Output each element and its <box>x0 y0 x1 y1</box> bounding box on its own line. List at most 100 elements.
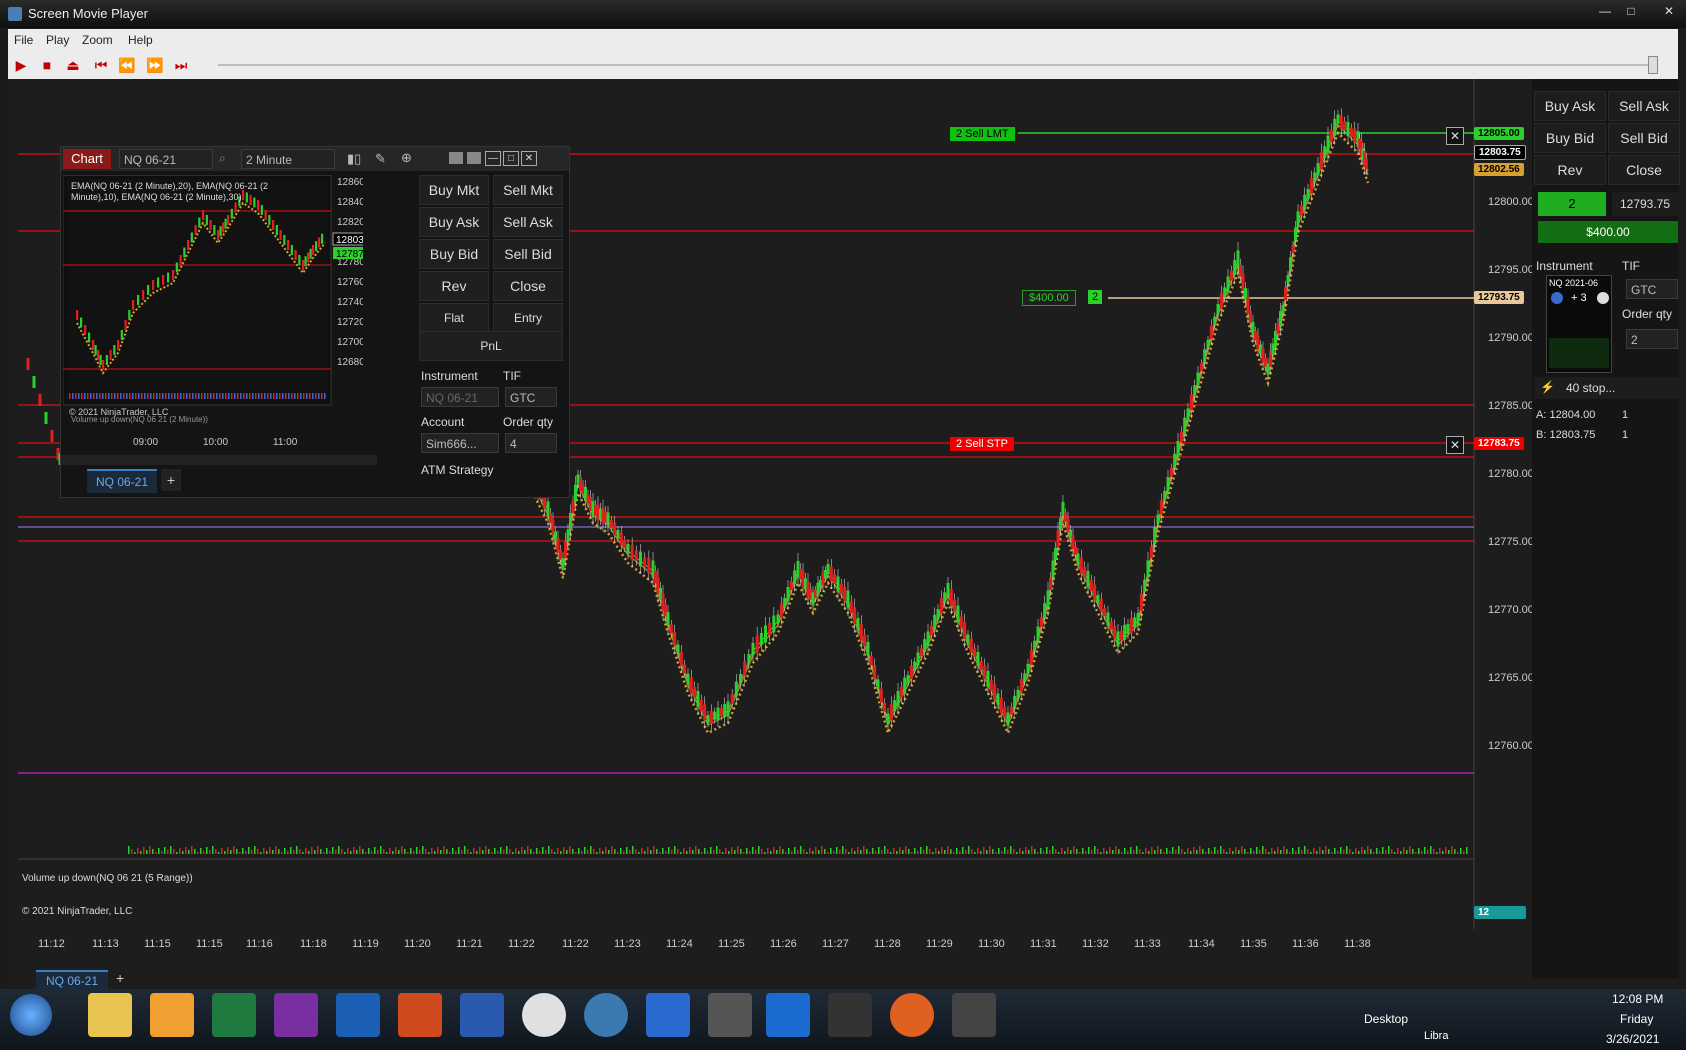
volume-bar <box>524 850 526 854</box>
menu-zoom[interactable]: Zoom <box>82 33 113 47</box>
volume-bar <box>506 846 508 854</box>
mini-order-qty-input[interactable]: 4 <box>505 433 557 453</box>
chart-window-add-tab[interactable]: + <box>161 469 181 491</box>
excel-icon[interactable] <box>212 993 256 1037</box>
instrument-popup[interactable]: NQ 2021-06 + 3 <box>1546 275 1612 373</box>
close-position-button[interactable]: Close <box>1608 155 1680 185</box>
volume-bar <box>1160 849 1162 854</box>
close-chart-icon[interactable]: ✕ <box>521 151 537 166</box>
powerpoint-icon[interactable] <box>398 993 442 1037</box>
mini-close-button[interactable]: Close <box>493 271 563 301</box>
screen-recorder-icon[interactable] <box>952 993 996 1037</box>
mini-sell-bid-button[interactable]: Sell Bid <box>493 239 563 269</box>
account-select[interactable]: Sim666... <box>421 433 499 453</box>
menu-play[interactable]: Play <box>46 33 69 47</box>
tif-select[interactable]: GTC <box>1626 279 1678 299</box>
sell-bid-button[interactable]: Sell Bid <box>1608 123 1680 153</box>
app-blue-icon[interactable] <box>766 993 810 1037</box>
search-icon[interactable]: ⌕ <box>219 151 226 166</box>
candle-body <box>923 639 927 653</box>
maximize-button[interactable]: □ <box>1620 3 1642 19</box>
chart-window-tab[interactable]: NQ 06-21 <box>87 469 157 493</box>
play-icon[interactable]: ▶ <box>12 56 30 74</box>
flat-button[interactable]: Flat <box>419 303 489 333</box>
seek-bar[interactable] <box>218 64 1658 66</box>
windows-start-icon[interactable] <box>10 994 52 1036</box>
entry-button[interactable]: Entry <box>493 303 563 333</box>
mini-tif-select[interactable]: GTC <box>505 387 557 407</box>
mini-buy-bid-button[interactable]: Buy Bid <box>419 239 489 269</box>
cancel-sell-lmt-icon[interactable]: ✕ <box>1446 127 1464 145</box>
onenote-icon[interactable] <box>274 993 318 1037</box>
candle-body <box>1299 205 1303 216</box>
drawing-tool-icon[interactable]: ✎ <box>375 151 386 167</box>
volume-bar <box>515 848 517 854</box>
sell-lmt-order-tag[interactable]: 2 Sell LMT <box>950 127 1015 141</box>
interval-selector[interactable]: 2 Minute <box>241 149 335 169</box>
chart-window[interactable]: Chart NQ 06-21 ⌕ 2 Minute ▮▯ ✎ ⊕ — □ ✕ 1… <box>60 146 570 498</box>
sell-mkt-button[interactable]: Sell Mkt <box>493 175 563 205</box>
bar-style-icon[interactable]: ▮▯ <box>347 151 361 167</box>
menu-file[interactable]: File <box>14 33 33 47</box>
skip-end-icon[interactable]: ⏭ <box>172 56 190 74</box>
add-tab-button[interactable]: + <box>116 970 124 986</box>
zoom-icon[interactable]: ⊕ <box>401 150 412 166</box>
candle-body <box>869 656 873 666</box>
pnl-button[interactable]: PnL <box>419 331 563 361</box>
mini-price-chart[interactable]: 12860.0012840.0012820.0012800.0012780.00… <box>63 175 363 475</box>
rewind-icon[interactable]: ⏪ <box>118 56 136 74</box>
minimize-chart-icon[interactable]: — <box>485 151 501 166</box>
buy-mkt-button[interactable]: Buy Mkt <box>419 175 489 205</box>
chrome-icon[interactable] <box>522 993 566 1037</box>
candle-body <box>983 665 987 680</box>
volume-bar <box>548 846 550 854</box>
mini-volume-bar <box>135 393 137 399</box>
cancel-sell-stp-icon[interactable]: ✕ <box>1446 436 1464 454</box>
mini-sell-ask-button[interactable]: Sell Ask <box>493 207 563 237</box>
desktop-toolbar[interactable]: Desktop <box>1364 1012 1408 1026</box>
clock-time[interactable]: 12:08 PM <box>1612 992 1663 1006</box>
volume-bar <box>1280 850 1282 854</box>
buy-ask-button[interactable]: Buy Ask <box>1534 91 1606 121</box>
mini-rev-button[interactable]: Rev <box>419 271 489 301</box>
volume-bar <box>149 846 151 854</box>
mini-scrollbar[interactable] <box>61 455 377 465</box>
skip-start-icon[interactable]: ⏮ <box>92 56 110 74</box>
candle-body <box>561 558 565 570</box>
atm-strategy-select[interactable]: ⚡ 40 stop... <box>1534 377 1678 399</box>
rev-button[interactable]: Rev <box>1534 155 1606 185</box>
fast-forward-icon[interactable]: ⏩ <box>146 56 164 74</box>
layout2-icon[interactable] <box>467 152 481 164</box>
mini-buy-ask-button[interactable]: Buy Ask <box>419 207 489 237</box>
outlook-icon[interactable] <box>336 993 380 1037</box>
minimize-button[interactable]: — <box>1594 3 1616 19</box>
stop-icon[interactable]: ■ <box>38 56 56 74</box>
file-explorer-icon[interactable] <box>88 993 132 1037</box>
media-player-icon[interactable] <box>150 993 194 1037</box>
app-icon[interactable] <box>646 993 690 1037</box>
order-qty-input[interactable]: 2 <box>1626 329 1678 349</box>
ninjatrader-icon[interactable] <box>708 993 752 1037</box>
mini-instrument-select[interactable]: NQ 06-21 <box>421 387 499 407</box>
chart-window-title[interactable]: Chart <box>63 149 111 169</box>
menu-help[interactable]: Help <box>128 33 153 47</box>
sell-stp-order-tag[interactable]: 2 Sell STP <box>950 437 1014 451</box>
network-icon[interactable] <box>584 993 628 1037</box>
seek-thumb[interactable] <box>1648 56 1658 74</box>
settings-icon[interactable] <box>1597 292 1609 304</box>
main-chart-tab[interactable]: NQ 06-21 <box>36 970 108 990</box>
buy-bid-button[interactable]: Buy Bid <box>1534 123 1606 153</box>
word-icon[interactable] <box>460 993 504 1037</box>
volume-bar <box>455 851 457 854</box>
layout-icon[interactable] <box>449 152 463 164</box>
instrument-selector[interactable]: NQ 06-21 <box>119 149 213 169</box>
mini-volume-bar <box>285 393 287 399</box>
mini-candle <box>76 310 79 320</box>
firefox-icon[interactable] <box>890 993 934 1037</box>
maximize-chart-icon[interactable]: □ <box>503 151 519 166</box>
sell-ask-button[interactable]: Sell Ask <box>1608 91 1680 121</box>
bid-qty: 1 <box>1622 429 1629 441</box>
eject-icon[interactable]: ⏏ <box>64 56 82 74</box>
app-grid-icon[interactable] <box>828 993 872 1037</box>
close-button[interactable]: ✕ <box>1658 3 1680 19</box>
